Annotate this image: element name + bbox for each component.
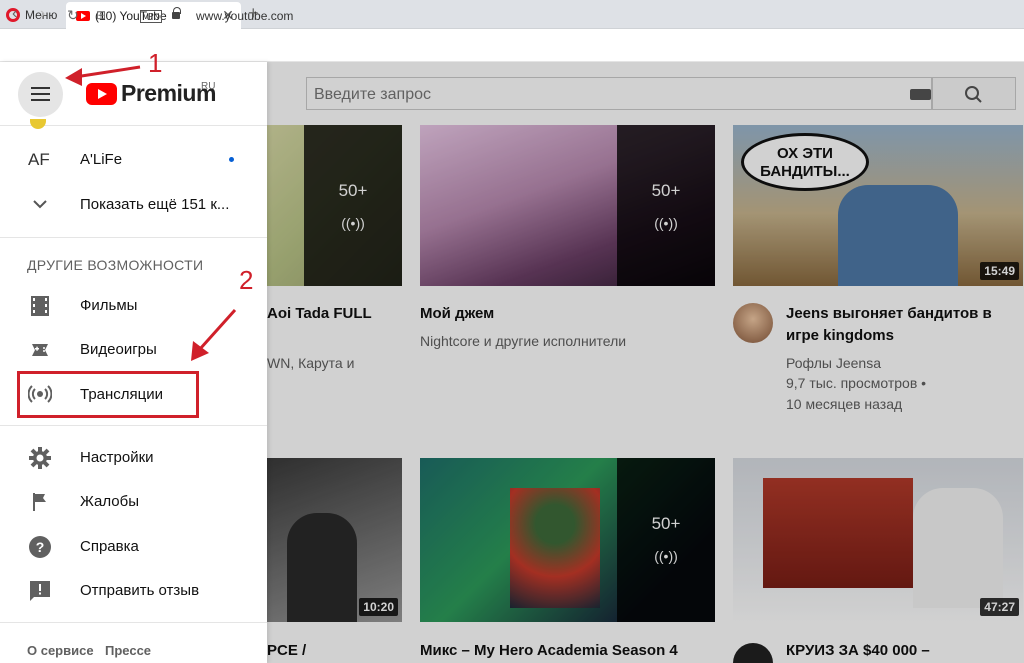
reload-icon[interactable]: ↻ [67, 7, 79, 24]
back-icon[interactable]: ‹ [12, 5, 17, 23]
sidebar-item-movies[interactable]: Фильмы [80, 297, 137, 314]
annotation-arrow-2 [191, 308, 237, 361]
subscription-avatar: AF [28, 150, 50, 169]
sidebar-item-settings[interactable]: Настройки [80, 449, 154, 466]
film-icon [31, 296, 49, 316]
sidebar-item-help[interactable]: Справка [80, 538, 139, 555]
highlight-box [17, 371, 199, 418]
gamepad-icon [32, 344, 48, 356]
logo-region: RU [201, 81, 216, 92]
sidebar-item-feedback[interactable]: Отправить отзыв [80, 582, 199, 599]
drawer-scrim[interactable] [267, 62, 1024, 663]
feedback-icon [30, 581, 50, 601]
annotation-step-2: 2 [239, 265, 254, 295]
vpn-badge[interactable]: VPN [140, 10, 163, 23]
address-bar[interactable]: www.youtube.com [196, 9, 293, 23]
chevron-down-icon[interactable] [32, 198, 48, 212]
new-content-dot [229, 157, 234, 162]
footer-link-press[interactable]: Прессе [105, 643, 151, 658]
footer-link-about[interactable]: О сервисе [27, 643, 94, 658]
lock-icon[interactable] [172, 7, 181, 19]
forward-icon[interactable]: › [40, 5, 45, 23]
section-title: ДРУГИЕ ВОЗМОЖНОСТИ [27, 257, 204, 273]
divider [0, 237, 267, 238]
hamburger-menu-icon[interactable] [18, 72, 63, 117]
divider [0, 622, 267, 623]
gear-icon [29, 447, 51, 469]
flag-icon [33, 493, 46, 511]
sidebar-item-report[interactable]: Жалобы [80, 493, 139, 510]
svg-text:?: ? [36, 539, 45, 555]
sidebar-show-more[interactable]: Показать ещё 151 к... [80, 196, 229, 213]
divider [0, 425, 267, 426]
sidebar-item-gaming[interactable]: Видеоигры [80, 341, 157, 358]
annotation-step-1: 1 [148, 48, 163, 78]
sidebar-item-alife[interactable]: A'LiFe [80, 151, 122, 168]
help-icon: ? [29, 536, 51, 558]
speed-dial-icon[interactable]: ⊞ [96, 8, 106, 22]
